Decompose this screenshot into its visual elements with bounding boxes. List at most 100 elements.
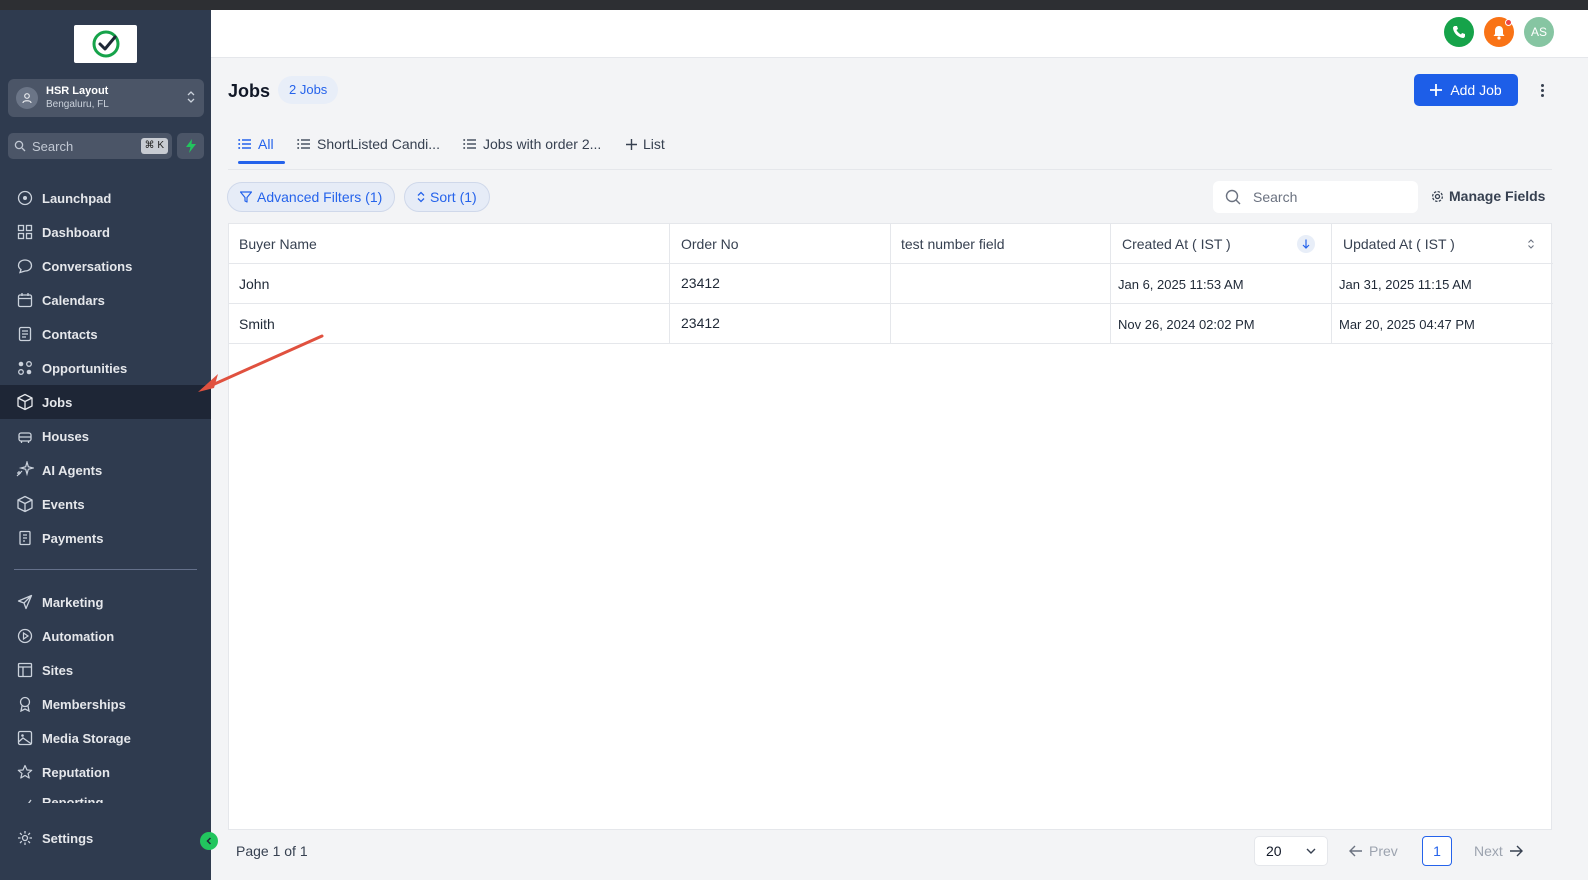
invoice-icon — [16, 529, 34, 547]
sidebar-divider — [14, 569, 197, 570]
cell-created-at: Jan 6, 2025 11:53 AM — [1111, 264, 1332, 304]
sidebar-item-reporting[interactable]: Reporting — [0, 795, 211, 803]
sidebar-item-label: Sites — [42, 662, 74, 678]
cell-order-no: 23412 — [670, 264, 891, 304]
next-page-button[interactable]: Next — [1474, 843, 1523, 859]
sidebar-item-calendars[interactable]: Calendars — [0, 283, 211, 317]
sidebar-item-dashboard[interactable]: Dashboard — [0, 215, 211, 249]
sidebar-item-launchpad[interactable]: Launchpad — [0, 181, 211, 215]
tab-all[interactable]: All — [238, 126, 274, 162]
chevron-down-icon — [1306, 848, 1316, 854]
advanced-filters-button[interactable]: Advanced Filters (1) — [227, 182, 396, 212]
page-title: Jobs — [228, 81, 271, 101]
sidebar-search-input[interactable]: Search ⌘ K — [8, 133, 172, 159]
check-circle-logo-icon — [92, 30, 119, 58]
sidebar-item-label: Conversations — [42, 258, 133, 274]
phone-icon — [1453, 26, 1465, 38]
chart-icon — [16, 795, 34, 803]
sidebar-item-payments[interactable]: Payments — [0, 521, 211, 555]
cell-created-at: Nov 26, 2024 02:02 PM — [1111, 304, 1332, 344]
cell-updated-at: Mar 20, 2025 04:47 PM — [1339, 316, 1475, 332]
column-header-buyer-name[interactable]: Buyer Name — [229, 224, 670, 264]
sidebar-item-label: Reporting — [42, 795, 104, 803]
sidebar-item-automation[interactable]: Automation — [0, 619, 211, 653]
sidebar-item-label: Media Storage — [42, 730, 131, 746]
sidebar-item-memberships[interactable]: Memberships — [0, 687, 211, 721]
manage-fields-button[interactable]: Manage Fields — [1431, 188, 1545, 204]
image-icon — [16, 729, 34, 747]
column-header-updated-at[interactable]: Updated At ( IST ) — [1332, 224, 1553, 264]
more-options-button[interactable] — [1534, 79, 1550, 101]
sidebar-item-jobs[interactable]: Jobs — [0, 385, 211, 419]
award-icon — [16, 695, 34, 713]
page-size-select[interactable]: 20 — [1254, 836, 1328, 866]
arrow-left-icon — [1349, 845, 1362, 857]
sort-label: Sort (1) — [430, 189, 477, 205]
dashboard-icon — [16, 223, 34, 241]
sidebar-item-label: AI Agents — [42, 462, 103, 478]
quick-action-button[interactable] — [177, 133, 204, 159]
notifications-button[interactable] — [1484, 17, 1514, 47]
add-job-button[interactable]: Add Job — [1414, 74, 1518, 106]
plus-icon — [1430, 84, 1443, 96]
sidebar-item-sites[interactable]: Sites — [0, 653, 211, 687]
contacts-icon — [16, 325, 34, 343]
table-row[interactable]: John 23412 Jan 6, 2025 11:53 AM Jan 31, … — [229, 264, 1553, 304]
tab-label: Jobs with order 2... — [483, 136, 602, 152]
sidebar-item-label: Marketing — [42, 594, 104, 610]
sparkle-icon — [16, 461, 34, 479]
sidebar-item-opportunities[interactable]: Opportunities — [0, 351, 211, 385]
annotation-arrow-icon — [198, 334, 324, 392]
tab-shortlisted-candidates[interactable]: ShortListed Candi... — [297, 126, 440, 162]
sidebar-item-houses[interactable]: Houses — [0, 419, 211, 453]
sidebar-item-contacts[interactable]: Contacts — [0, 317, 211, 351]
next-label: Next — [1474, 843, 1503, 859]
page-info: Page 1 of 1 — [236, 843, 308, 859]
page-number-button[interactable]: 1 — [1422, 836, 1452, 866]
table-row[interactable]: Smith 23412 Nov 26, 2024 02:02 PM Mar 20… — [229, 304, 1553, 344]
sort-button[interactable]: Sort (1) — [404, 182, 490, 212]
sidebar-item-label: Payments — [42, 530, 104, 546]
jobs-count-badge: 2 Jobs — [278, 76, 339, 104]
app-logo[interactable] — [74, 25, 137, 63]
prev-page-button[interactable]: Prev — [1349, 843, 1398, 859]
bell-icon — [1493, 25, 1505, 40]
send-icon — [16, 593, 34, 611]
add-list-tab[interactable]: List — [626, 126, 665, 162]
cell-test-number-field — [891, 304, 1111, 344]
calendar-icon — [16, 291, 34, 309]
sort-unsorted-icon[interactable] — [1522, 235, 1540, 253]
column-header-label: Created At ( IST ) — [1122, 236, 1231, 252]
sidebar-item-media-storage[interactable]: Media Storage — [0, 721, 211, 755]
window-top-strip — [0, 0, 1588, 10]
tab-jobs-with-order[interactable]: Jobs with order 2... — [463, 126, 601, 162]
page-size-value: 20 — [1266, 843, 1282, 859]
search-icon — [14, 140, 26, 152]
sort-descending-icon[interactable] — [1297, 235, 1315, 253]
list-icon — [297, 139, 310, 149]
column-header-order-no[interactable]: Order No — [670, 224, 891, 264]
sidebar-item-label: Settings — [42, 830, 94, 846]
sidebar-item-ai-agents[interactable]: AI Agents — [0, 453, 211, 487]
chevron-up-down-icon — [186, 87, 196, 112]
sidebar-item-settings[interactable]: Settings — [0, 821, 211, 855]
sidebar-item-conversations[interactable]: Conversations — [0, 249, 211, 283]
column-header-test-number-field[interactable]: test number field — [891, 224, 1111, 264]
sidebar-item-label: Launchpad — [42, 190, 112, 206]
sidebar-item-reputation[interactable]: Reputation — [0, 755, 211, 789]
table-search-input[interactable]: Search — [1213, 181, 1418, 213]
sidebar-item-events[interactable]: Events — [0, 487, 211, 521]
phone-button[interactable] — [1444, 17, 1474, 47]
pagination-bar: Page 1 of 1 20 Prev 1 Next — [228, 831, 1552, 871]
sidebar-item-label: Memberships — [42, 696, 126, 712]
list-icon — [238, 139, 251, 149]
location-switcher[interactable]: HSR Layout Bengaluru, FL — [8, 79, 204, 117]
lightning-bolt-icon — [185, 139, 196, 153]
sidebar-item-label: Events — [42, 496, 85, 512]
sidebar-item-marketing[interactable]: Marketing — [0, 585, 211, 619]
user-avatar[interactable]: AS — [1524, 17, 1554, 47]
sidebar-collapse-button[interactable] — [200, 832, 218, 850]
active-tab-indicator — [238, 161, 285, 164]
cell-buyer-name: John — [229, 264, 670, 304]
search-icon — [1225, 189, 1241, 205]
